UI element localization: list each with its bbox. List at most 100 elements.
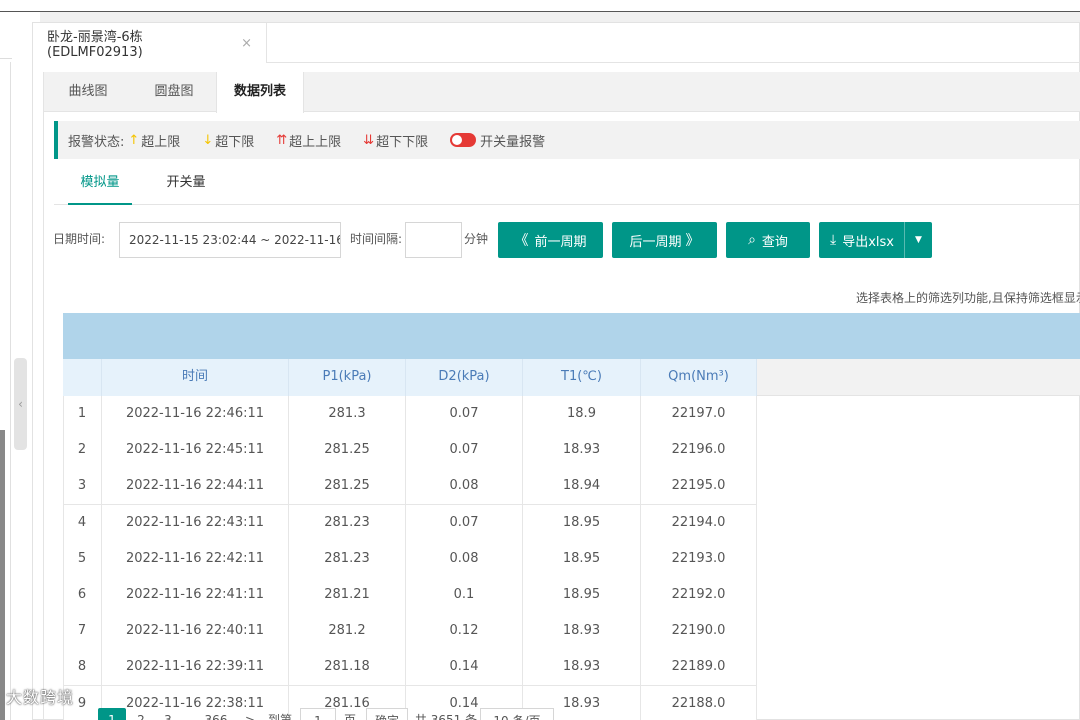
double-chevron-right-icon: 》 [685,233,700,249]
alarm-under-lower: ↓ 超下限 [202,131,254,150]
cell-time: 2022-11-16 22:43:11 [102,504,289,541]
column-header-time[interactable]: 时间 [102,359,289,396]
table-row[interactable]: 8 2022-11-16 22:39:11 281.18 0.14 18.93 22189… [63,649,757,687]
arrow-down-icon: ↓ [202,132,214,148]
page-3-button[interactable]: 3 [155,708,181,720]
cell-index: 8 [63,649,102,686]
next-period-label: 后一周期 [629,234,682,250]
table-row[interactable]: 3 2022-11-16 22:44:11 281.25 0.08 18.94 22195… [63,468,757,506]
left-panel-scrollbar[interactable] [0,430,5,720]
table-row[interactable]: 5 2022-11-16 22:42:11 281.23 0.08 18.95 22193… [63,540,757,578]
export-button[interactable]: ⤓ 导出xlsx ▼ [819,222,932,258]
cell-index: 6 [63,577,102,613]
cell-p1: 281.23 [289,540,406,577]
page-tab-device[interactable]: 卧龙-丽景湾-6栋(EDLMF02913) × [33,23,267,63]
page-size-select[interactable]: 10 条/页 [480,708,554,720]
alarm-over-upper: ↑ 超上限 [128,131,180,150]
cell-time: 2022-11-16 22:46:11 [102,396,289,432]
cell-time: 2022-11-16 22:41:11 [102,577,289,613]
query-label: 查询 [761,234,788,250]
cell-p1: 281.21 [289,577,406,613]
page-tab-title: 卧龙-丽景湾-6栋(EDLMF02913) [47,30,143,60]
query-button[interactable]: ⌕ 查询 [726,222,810,258]
column-header-d2[interactable]: D2(kPa) [406,359,523,396]
cell-qm: 22194.0 [641,504,757,541]
filter-hint: 选择表格上的筛选列功能,且保持筛选框显示 [856,291,1080,305]
arrow-up-icon: ↑ [128,132,140,148]
table-row[interactable]: 7 2022-11-16 22:40:11 281.2 0.12 18.93 22190.… [63,613,757,651]
table-row[interactable]: 6 2022-11-16 22:41:11 281.21 0.1 18.95 22192.… [63,577,757,614]
cell-time: 2022-11-16 22:39:11 [102,649,289,686]
page-2-button[interactable]: 2 [128,708,154,720]
cell-p1: 281.25 [289,432,406,469]
cell-qm: 22193.0 [641,540,757,577]
alarm-label: 超下下限 [376,134,429,150]
cell-t1: 18.9 [523,396,641,432]
signal-type-tabs: 模拟量 开关量 [54,168,1080,205]
alarm-switch: 开关量报警 [450,131,545,150]
cell-d2: 0.12 [406,613,523,650]
interval-input[interactable] [405,222,462,258]
cell-d2: 0.07 [406,432,523,469]
download-icon: ⤓ [830,232,837,248]
alarm-label: 超上限 [141,134,181,150]
data-table: 时间 P1(kPa) D2(kPa) T1(℃) Qm(Nm³) 1 2022-1… [63,313,1080,720]
total-count: 共 3651 条 [414,713,478,720]
filter-bar: 日期时间: 2022-11-15 23:02:44 ~ 2022-11-16 2… [44,222,1080,262]
next-page-button[interactable]: > [240,708,260,720]
interval-label: 时间间隔: [350,232,403,246]
cell-index: 7 [63,613,102,650]
tab-data-list[interactable]: 数据列表 [216,72,304,113]
minute-unit-label: 分钟 [464,232,489,246]
alarm-label: 超下限 [215,134,255,150]
collapse-sidebar-handle[interactable]: ‹ [14,358,27,450]
column-header-index [63,359,102,396]
page-1-button[interactable]: 1 [98,708,126,720]
table-row[interactable]: 4 2022-11-16 22:43:11 281.23 0.07 18.95 22194… [63,504,757,542]
goto-confirm-button[interactable]: 确定 [366,708,408,720]
cell-t1: 18.93 [523,432,641,469]
cell-index: 2 [63,432,102,469]
tab-dial[interactable]: 圆盘图 [132,72,216,112]
alarm-over-upper-upper: ⇈ 超上上限 [276,131,341,150]
tab-analog[interactable]: 模拟量 [68,168,132,205]
date-range-input[interactable]: 2022-11-15 23:02:44 ~ 2022-11-16 23:02:4… [119,222,341,258]
table-row[interactable]: 1 2022-11-16 22:46:11 281.3 0.07 18.9 22197.0 [63,396,757,433]
cell-qm: 22189.0 [641,649,757,686]
page-tab-bar: 卧龙-丽景湾-6栋(EDLMF02913) × [33,23,1080,63]
cell-qm: 22195.0 [641,468,757,505]
double-chevron-left-icon: 《 [514,233,529,249]
prev-period-button[interactable]: 《前一周期 [498,222,603,258]
export-label: 导出xlsx [842,234,894,250]
cell-time: 2022-11-16 22:45:11 [102,432,289,469]
tab-curve[interactable]: 曲线图 [44,72,132,112]
cell-p1: 281.3 [289,396,406,432]
alarm-label: 超上上限 [289,134,342,150]
search-icon: ⌕ [748,232,756,248]
table-toolbar [63,313,1080,359]
column-header-qm[interactable]: Qm(Nm³) [641,359,757,396]
tab-switch[interactable]: 开关量 [154,168,218,205]
cell-p1: 281.25 [289,468,406,505]
column-header-t1[interactable]: T1(℃) [523,359,641,396]
alarm-status-label: 报警状态: [68,134,125,150]
cell-t1: 18.94 [523,468,641,505]
cell-d2: 0.08 [406,468,523,505]
cell-index: 4 [63,504,102,541]
goto-page-input[interactable]: 1 [300,708,336,720]
column-header-p1[interactable]: P1(kPa) [289,359,406,396]
cell-p1: 281.18 [289,649,406,686]
cell-index: 5 [63,540,102,577]
cell-t1: 18.93 [523,649,641,686]
window-top-bar [0,0,1080,12]
cell-time: 2022-11-16 22:44:11 [102,468,289,505]
cell-qm: 22192.0 [641,577,757,613]
page-unit-label: 页 [343,713,356,720]
table-row[interactable]: 2 2022-11-16 22:45:11 281.25 0.07 18.93 22196… [63,432,757,470]
next-period-button[interactable]: 后一周期》 [612,222,717,258]
page-last-button[interactable]: 366 [198,708,234,720]
cell-d2: 0.07 [406,396,523,432]
close-icon[interactable]: × [241,36,252,51]
cell-qm: 22196.0 [641,432,757,469]
caret-down-icon[interactable]: ▼ [904,222,932,258]
